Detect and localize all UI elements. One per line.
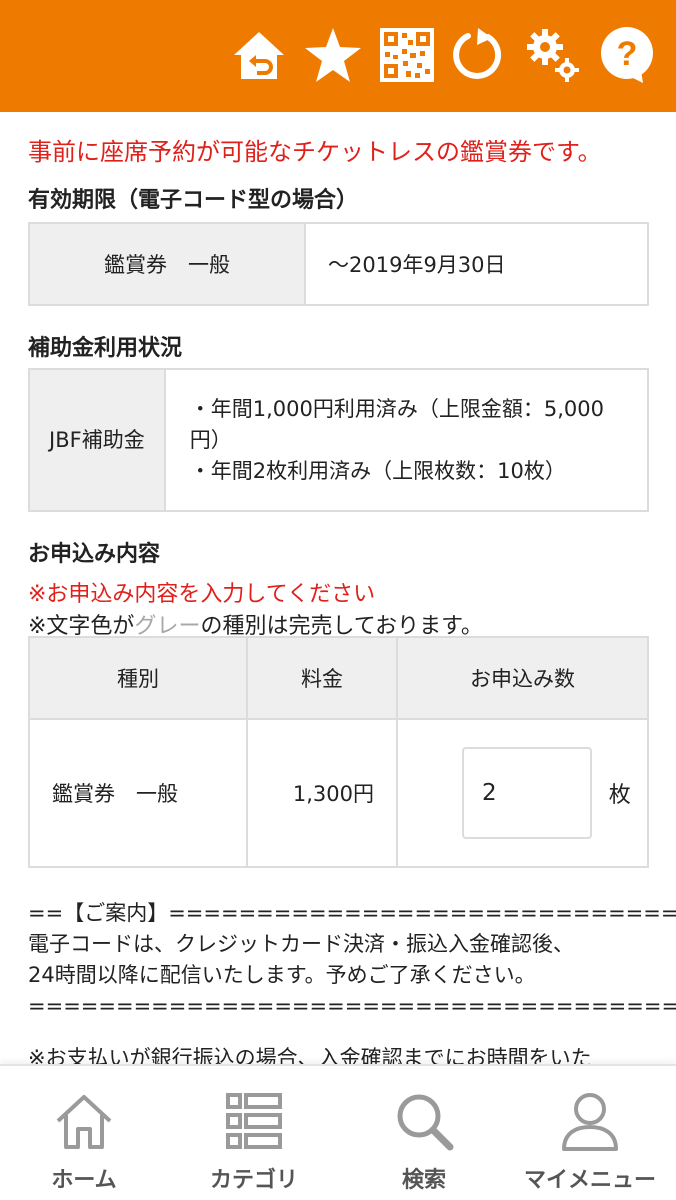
subsidy-details: ・年間1,000円利用済み（上限金額：5,000円） ・年間2枚利用済み（上限枚… [166, 370, 647, 510]
nav-category-label: カテゴリ [209, 1168, 298, 1193]
nav-search-label: 検索 [401, 1168, 446, 1193]
subsidy-label: JBF補助金 [30, 370, 166, 510]
category-list-icon [222, 1086, 286, 1156]
subsidy-table: JBF補助金 ・年間1,000円利用済み（上限金額：5,000円） ・年間2枚利… [28, 368, 649, 512]
settings-icon[interactable] [522, 24, 584, 86]
guidance-text: ==【ご案内】=================================… [28, 898, 676, 1022]
home-back-icon[interactable] [228, 24, 290, 86]
column-header-type: 種別 [28, 636, 248, 720]
help-icon[interactable]: ? [596, 24, 658, 86]
quantity-unit: 枚 [608, 783, 631, 808]
search-icon [392, 1086, 456, 1156]
validity-table: 鑑賞券 一般 〜2019年9月30日 [28, 222, 649, 306]
validity-value: 〜2019年9月30日 [328, 253, 506, 277]
home-icon [52, 1086, 116, 1156]
nav-home[interactable]: ホーム [22, 1066, 146, 1200]
user-icon [558, 1086, 622, 1156]
guidance-line: ========================================… [28, 994, 676, 1018]
column-header-quantity: お申込み数 [396, 636, 649, 720]
ticket-price-cell: 1,300円 [246, 718, 398, 868]
guidance-line: 電子コードは、クレジットカード決済・振込入金確認後、 [28, 932, 574, 956]
quantity-cell: 2 枚 [396, 718, 649, 868]
main-content: 事前に座席予約が可能なチケットレスの鑑賞券です。 有効期限（電子コード型の場合）… [0, 112, 676, 1064]
table-row: 鑑賞券 一般 1,300円 2 枚 [28, 718, 649, 868]
payment-note-partial: ※お支払いが銀行振込の場合、入金確認までにお時間をいた [28, 1046, 592, 1064]
validity-label: 鑑賞券 一般 [30, 224, 306, 304]
nav-category[interactable]: カテゴリ [190, 1066, 318, 1200]
ticket-type-cell: 鑑賞券 一般 [28, 718, 248, 868]
guidance-line: ==【ご案内】=================================… [28, 901, 676, 925]
star-icon[interactable] [302, 24, 364, 86]
bottom-navigation: ホーム カテゴリ 検索 マイメニュー [0, 1064, 676, 1200]
nav-my-menu-label: マイメニュー [523, 1168, 656, 1193]
ticketless-notice: 事前に座席予約が可能なチケットレスの鑑賞券です。 [28, 138, 602, 166]
svg-text:?: ? [617, 35, 638, 73]
application-table-header: 種別 料金 お申込み数 [28, 636, 649, 720]
application-table: 種別 料金 お申込み数 鑑賞券 一般 1,300円 2 枚 [28, 636, 649, 868]
subsidy-count-line: ・年間2枚利用済み（上限枚数：10枚） [189, 458, 566, 483]
column-header-price: 料金 [246, 636, 398, 720]
required-input-note: ※お申込み内容を入力してください [28, 582, 376, 607]
reload-icon[interactable] [448, 24, 510, 86]
subsidy-amount-line: ・年間1,000円利用済み（上限金額：5,000円） [189, 396, 604, 452]
nav-search[interactable]: 検索 [374, 1066, 474, 1200]
qr-code-icon[interactable] [376, 24, 438, 86]
subsidy-heading: 補助金利用状況 [28, 336, 183, 361]
nav-my-menu[interactable]: マイメニュー [520, 1066, 660, 1200]
quantity-input[interactable]: 2 [462, 747, 592, 839]
application-heading: お申込み内容 [28, 542, 161, 567]
validity-heading: 有効期限（電子コード型の場合） [28, 188, 359, 213]
nav-home-label: ホーム [51, 1168, 117, 1193]
top-header: ? [0, 0, 676, 112]
guidance-line: 24時間以降に配信いたします。予めご了承ください。 [28, 963, 536, 987]
